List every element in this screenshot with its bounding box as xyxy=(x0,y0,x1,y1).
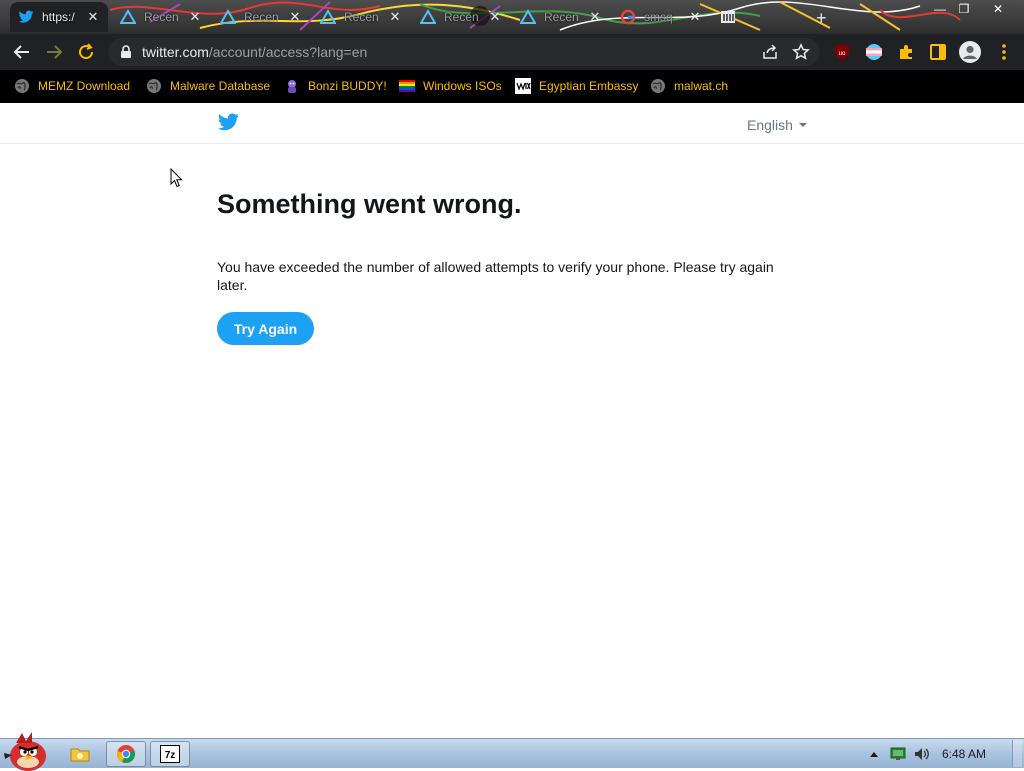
bookmark-malware-database[interactable]: Malware Database xyxy=(146,76,270,96)
network-icon[interactable] xyxy=(890,746,906,762)
triangle-icon xyxy=(520,9,536,24)
taskbar-7zip[interactable]: 7z xyxy=(150,741,190,767)
language-label: English xyxy=(747,117,793,133)
tab-archive[interactable] xyxy=(712,2,744,32)
tab-close-icon[interactable]: ✕ xyxy=(588,10,602,24)
tab-recent-5[interactable]: Recen ✕ xyxy=(512,2,610,32)
tab-title: Recen xyxy=(444,10,478,24)
error-message: You have exceeded the number of allowed … xyxy=(217,259,774,293)
side-panel-icon[interactable] xyxy=(929,43,947,61)
triangle-icon xyxy=(420,9,436,24)
tab-recent-3[interactable]: Recen ✕ xyxy=(312,2,410,32)
browser-toolbar: twitter.com/account/access?lang=en uo xyxy=(0,34,1024,70)
globe-icon xyxy=(651,79,665,93)
bookmark-label: Bonzi BUDDY! xyxy=(308,79,387,93)
google-icon xyxy=(620,9,636,25)
svg-text:7z: 7z xyxy=(165,750,176,761)
language-selector[interactable]: English xyxy=(747,117,807,133)
try-again-button[interactable]: Try Again xyxy=(217,312,314,345)
share-icon[interactable] xyxy=(762,44,778,60)
svg-text:uo: uo xyxy=(839,51,846,57)
flag-extension-icon[interactable] xyxy=(865,43,883,61)
forward-icon[interactable] xyxy=(42,40,66,64)
twitter-logo-icon[interactable] xyxy=(218,113,239,131)
volume-icon[interactable] xyxy=(914,746,930,762)
twitter-page: English Something went wrong. You have e… xyxy=(0,103,1024,738)
tab-title: https:/ xyxy=(42,10,75,24)
bookmark-label: MEMZ Download xyxy=(38,79,131,93)
lock-icon xyxy=(121,45,131,58)
close-window-icon[interactable]: ✕ xyxy=(984,0,1012,18)
bookmark-label: Egyptian Embassy xyxy=(539,79,639,93)
browser-menu-icon[interactable] xyxy=(992,40,1016,64)
restore-icon[interactable]: ❐ xyxy=(950,0,978,18)
tab-close-icon[interactable]: ✕ xyxy=(388,10,402,24)
tab-title: Recen xyxy=(144,10,178,24)
bookmark-bonzi-buddy[interactable]: Bonzi BUDDY! xyxy=(284,76,387,96)
tab-google[interactable]: smsq ✕ xyxy=(612,2,710,32)
tab-close-icon[interactable]: ✕ xyxy=(688,10,702,24)
back-icon[interactable] xyxy=(10,40,34,64)
tab-close-icon[interactable]: ✕ xyxy=(188,10,202,24)
tab-twitter[interactable]: https:/ ✕ xyxy=(10,2,108,32)
rainbow-flag-icon xyxy=(399,80,415,92)
start-button-angry-bird-icon[interactable] xyxy=(2,731,48,771)
tab-recent-4[interactable]: Recen ✕ xyxy=(412,2,510,32)
show-desktop-button[interactable] xyxy=(1012,740,1022,767)
archive-icon xyxy=(721,11,735,23)
bookmark-memz-download[interactable]: MEMZ Download xyxy=(14,76,130,96)
profile-avatar[interactable] xyxy=(958,40,982,64)
globe-icon xyxy=(15,79,29,93)
caret-down-icon xyxy=(798,123,807,127)
url-host: twitter.com xyxy=(142,44,209,60)
bookmark-label: Windows ISOs xyxy=(423,79,502,93)
bookmark-malwatch[interactable]: malwat.ch xyxy=(650,76,728,96)
triangle-icon xyxy=(220,9,236,24)
url-text: twitter.com/account/access?lang=en xyxy=(142,44,367,60)
wix-icon xyxy=(515,78,531,94)
tab-recent-1[interactable]: Recen ✕ xyxy=(112,2,210,32)
ublock-icon[interactable]: uo xyxy=(833,43,851,61)
taskbar-explorer[interactable] xyxy=(60,741,100,767)
windows-taskbar: 7z 6:48 AM xyxy=(0,732,1024,771)
address-bar[interactable]: twitter.com/account/access?lang=en xyxy=(108,38,820,66)
7zip-icon: 7z xyxy=(160,745,180,763)
tab-strip: https:/ ✕ Recen ✕ Recen ✕ Recen ✕ Recen … xyxy=(0,0,1024,34)
bookmark-label: Malware Database xyxy=(170,79,271,93)
taskbar-chrome[interactable] xyxy=(106,741,146,767)
twitter-header: English xyxy=(0,103,1024,144)
tab-close-icon[interactable]: ✕ xyxy=(488,10,502,24)
bookmark-star-icon[interactable] xyxy=(792,43,810,61)
tab-title: Recen xyxy=(244,10,278,24)
bookmark-windows-isos[interactable]: Windows ISOs xyxy=(399,76,502,96)
new-tab-icon[interactable]: + xyxy=(816,8,827,29)
tab-recent-2[interactable]: Recen ✕ xyxy=(212,2,310,32)
bonzi-icon xyxy=(288,80,296,93)
bookmark-egyptian-embassy[interactable]: Egyptian Embassy xyxy=(515,76,638,96)
tab-close-icon[interactable]: ✕ xyxy=(288,10,302,24)
twitter-icon xyxy=(18,10,34,23)
tab-title: smsq xyxy=(644,10,673,24)
folder-icon xyxy=(70,748,90,762)
mouse-cursor-icon xyxy=(170,168,183,188)
triangle-icon xyxy=(120,9,136,24)
show-hidden-icons-icon[interactable] xyxy=(866,746,882,762)
globe-icon xyxy=(147,79,161,93)
system-clock[interactable]: 6:48 AM xyxy=(942,747,986,761)
triangle-icon xyxy=(320,9,336,24)
tab-title: Recen xyxy=(544,10,578,24)
error-title: Something went wrong. xyxy=(217,189,522,219)
reload-icon[interactable] xyxy=(74,40,98,64)
extensions-puzzle-icon[interactable] xyxy=(897,43,915,61)
bookmarks-bar: MEMZ Download Malware Database Bonzi BUD… xyxy=(0,70,1024,103)
url-path: /account/access?lang=en xyxy=(208,44,368,60)
tab-title: Recen xyxy=(344,10,378,24)
chrome-icon xyxy=(117,745,135,763)
bookmark-label: malwat.ch xyxy=(674,79,729,93)
tab-close-icon[interactable]: ✕ xyxy=(86,10,100,24)
